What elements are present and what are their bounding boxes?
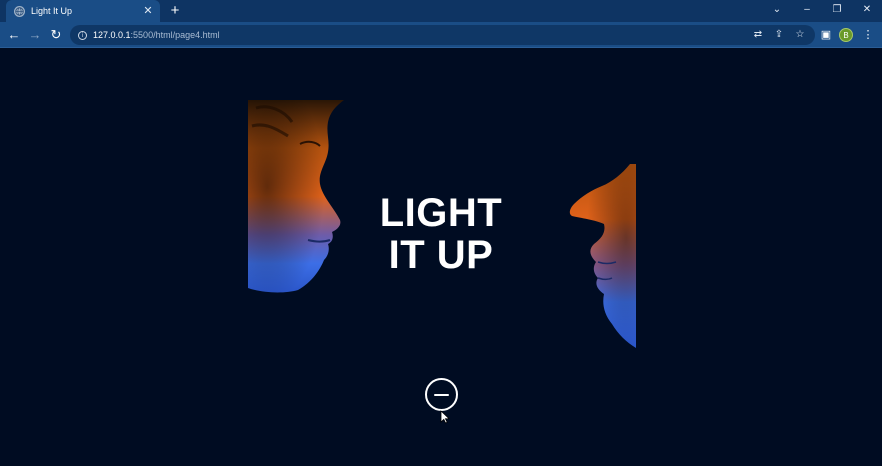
window-close-icon[interactable]: ✕ (858, 2, 876, 18)
page-headline: LIGHT IT UP (361, 192, 521, 276)
tab-close-icon[interactable]: ✕ (142, 5, 154, 17)
minus-circle-icon (434, 393, 449, 396)
site-info-icon[interactable]: i (78, 30, 87, 40)
browser-toolbar: ← → ↻ i 127.0.0.1:5500/html/page4.html ⇄… (0, 22, 882, 48)
new-tab-button[interactable]: + (167, 3, 183, 19)
restore-icon[interactable]: ❐ (828, 2, 846, 18)
headline-line-1: LIGHT (379, 191, 503, 235)
browser-tab-bar: Light It Up ✕ + ⌄ – ❐ ✕ (0, 0, 882, 22)
url-path: :5500/html/page4.html (130, 30, 220, 40)
reload-icon[interactable]: ↻ (47, 26, 65, 44)
headline-line-2: IT UP (388, 233, 494, 277)
tab-search-icon[interactable]: ⌄ (768, 2, 786, 18)
mouse-cursor-icon (440, 410, 450, 424)
page-content: LIGHT IT UP (0, 49, 882, 466)
browser-tab[interactable]: Light It Up ✕ (6, 0, 160, 22)
right-face-image (569, 164, 636, 348)
share-icon[interactable]: ⇪ (771, 25, 787, 45)
address-bar[interactable]: i 127.0.0.1:5500/html/page4.html ⇄ ⇪ ☆ (70, 25, 815, 45)
forward-arrow-icon[interactable]: → (26, 26, 44, 44)
minus-circle-button[interactable] (425, 378, 458, 411)
left-face-image (248, 100, 344, 293)
globe-icon (14, 5, 25, 17)
url-text: 127.0.0.1:5500/html/page4.html (93, 30, 220, 40)
profile-avatar[interactable]: B (839, 28, 853, 42)
minimize-icon[interactable]: – (798, 2, 816, 18)
bookmark-star-icon[interactable]: ☆ (792, 25, 808, 45)
browser-menu-icon[interactable]: ⋮ (859, 26, 877, 44)
tab-title: Light It Up (31, 6, 73, 16)
side-panel-icon[interactable]: ▣ (817, 26, 835, 44)
translate-icon[interactable]: ⇄ (750, 25, 766, 45)
back-arrow-icon[interactable]: ← (5, 26, 23, 44)
url-host: 127.0.0.1 (93, 30, 131, 40)
